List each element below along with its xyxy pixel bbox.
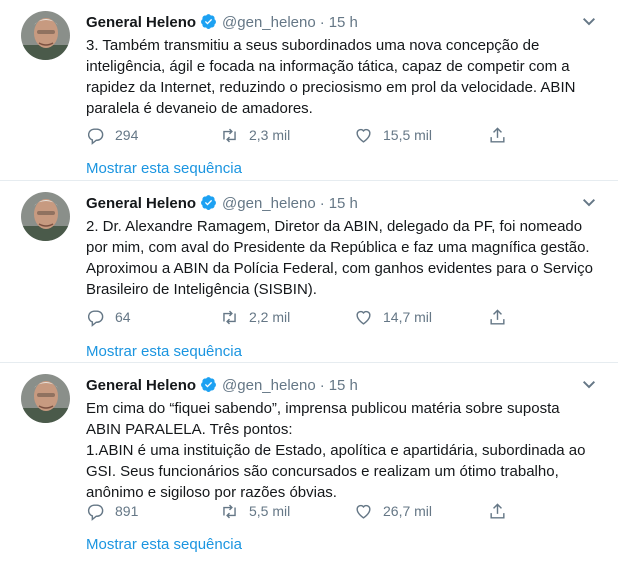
tweet-timestamp[interactable]: 15 h (329, 195, 358, 212)
tweet-actions: 64 2,2 mil 14,7 mil (86, 305, 516, 329)
retweet-count: 5,5 mil (249, 503, 291, 519)
share-button[interactable] (488, 305, 517, 329)
reply-icon (87, 309, 104, 327)
tweet-text-line: 1.ABIN é uma instituição de Estado, apol… (86, 442, 586, 459)
author-name[interactable]: General Heleno (86, 195, 196, 212)
reply-icon (87, 503, 104, 521)
avatar[interactable] (21, 192, 70, 241)
retweet-button[interactable]: 2,2 mil (220, 305, 290, 329)
reply-icon (87, 127, 104, 145)
tweet-text-line: rapidez da Internet, reduzindo o precios… (86, 79, 576, 96)
separator-dot: · (319, 195, 325, 212)
tweet[interactable]: General Heleno @gen_heleno · 15 h 3. Também… (0, 0, 618, 181)
tweet-header: General Heleno @gen_heleno · 15 h (86, 375, 578, 397)
timeline: General Heleno @gen_heleno · 15 h 3. Também… (0, 0, 618, 574)
like-count: 15,5 mil (383, 127, 433, 143)
avatar-photo (21, 192, 70, 241)
avatar[interactable] (21, 11, 70, 60)
retweet-count: 2,3 mil (249, 127, 291, 143)
verified-badge-icon (201, 195, 216, 210)
retweet-icon (223, 504, 236, 518)
tweet-timestamp[interactable]: 15 h (329, 377, 358, 394)
author-name[interactable]: General Heleno (86, 377, 196, 394)
tweet-text: 3. Também transmitiu a seus subordinados… (86, 35, 596, 119)
tweet-actions: 294 2,3 mil 15,5 mil (86, 123, 516, 147)
share-icon (490, 308, 505, 325)
tweet-text-line: Brasileiro de Inteligência (SISBIN). (86, 281, 317, 298)
tweet-text-line: Aproximou a ABIN da Polícia Federal, com… (86, 260, 593, 277)
show-thread-link[interactable]: Mostrar esta sequência (86, 536, 242, 553)
tweet-timestamp[interactable]: 15 h (329, 14, 358, 31)
show-thread-link[interactable]: Mostrar esta sequência (86, 343, 242, 360)
share-button[interactable] (488, 499, 517, 523)
author-name[interactable]: General Heleno (86, 14, 196, 31)
heart-icon (356, 128, 371, 143)
reply-count: 294 (115, 127, 139, 143)
retweet-count: 2,2 mil (249, 309, 291, 325)
tweet-text-line: ABIN PARALELA. Três pontos: (86, 421, 293, 438)
author-handle[interactable]: @gen_heleno (222, 195, 316, 212)
chevron-down-icon[interactable] (581, 377, 597, 393)
tweet[interactable]: General Heleno @gen_heleno · 15 h Em cima d… (0, 363, 618, 574)
tweet-text-line: 2. Dr. Alexandre Ramagem, Diretor da ABI… (86, 218, 583, 235)
separator-dot: · (319, 377, 325, 394)
author-handle[interactable]: @gen_heleno (222, 14, 316, 31)
reply-button[interactable]: 64 (86, 305, 131, 329)
tweet-text-line: inteligência, ágil e focada na informaçã… (86, 58, 570, 75)
tweet-text-line: paralela é devaneio de amadores. (86, 100, 313, 117)
tweet-header: General Heleno @gen_heleno · 15 h (86, 12, 578, 34)
retweet-button[interactable]: 5,5 mil (220, 499, 290, 523)
share-button[interactable] (488, 123, 517, 147)
tweet[interactable]: General Heleno @gen_heleno · 15 h 2. Dr. Al… (0, 181, 618, 363)
verified-badge-icon (201, 377, 216, 392)
retweet-button[interactable]: 2,3 mil (220, 123, 290, 147)
tweet-text-line: Em cima do “fiquei sabendo”, imprensa pu… (86, 400, 560, 417)
like-button[interactable]: 15,5 mil (354, 123, 432, 147)
tweet-text: 2. Dr. Alexandre Ramagem, Diretor da ABI… (86, 216, 596, 300)
like-count: 26,7 mil (383, 503, 433, 519)
tweet-text-line: 3. Também transmitiu a seus subordinados… (86, 37, 540, 54)
reply-button[interactable]: 891 (86, 499, 138, 523)
like-button[interactable]: 26,7 mil (354, 499, 432, 523)
chevron-down-icon[interactable] (581, 14, 597, 30)
share-icon (490, 502, 505, 519)
reply-button[interactable]: 294 (86, 123, 138, 147)
separator-dot: · (319, 14, 325, 31)
tweet-text-line: por mim, com aval do Presidente da Repúb… (86, 239, 590, 256)
share-icon (490, 126, 505, 143)
author-handle[interactable]: @gen_heleno (222, 377, 316, 394)
retweet-icon (223, 128, 236, 142)
heart-icon (356, 310, 371, 325)
tweet-text: Em cima do “fiquei sabendo”, imprensa pu… (86, 398, 596, 503)
avatar-photo (21, 374, 70, 423)
reply-count: 891 (115, 503, 139, 519)
heart-icon (356, 504, 371, 519)
show-thread-link[interactable]: Mostrar esta sequência (86, 160, 242, 177)
like-button[interactable]: 14,7 mil (354, 305, 432, 329)
chevron-down-icon[interactable] (581, 195, 597, 211)
avatar[interactable] (21, 374, 70, 423)
avatar-photo (21, 11, 70, 60)
retweet-icon (223, 310, 236, 324)
tweet-text-line: GSI. Seus funcionários são concursados e… (86, 463, 559, 480)
tweet-header: General Heleno @gen_heleno · 15 h (86, 193, 578, 215)
tweet-actions: 891 5,5 mil 26,7 mil (86, 499, 516, 523)
like-count: 14,7 mil (383, 309, 433, 325)
reply-count: 64 (115, 309, 131, 325)
verified-badge-icon (201, 14, 216, 29)
